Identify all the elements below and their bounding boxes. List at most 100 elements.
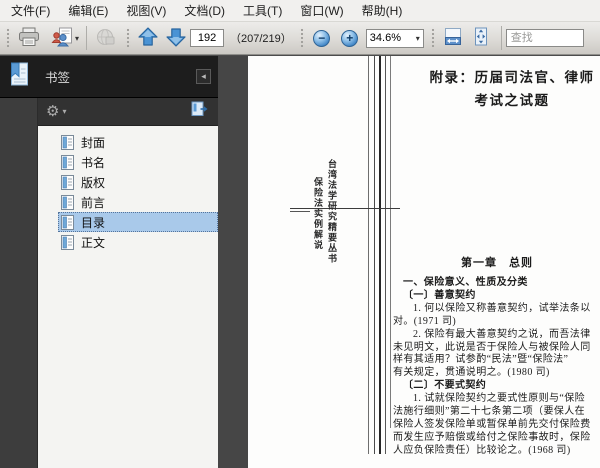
appendix-title: 附录：历届司法官、律师 考试之试题 [418, 66, 600, 112]
document-page: 附录：历届司法官、律师 考试之试题 台湾法学研究精要丛书 保险法实例解说 第一章… [248, 56, 600, 468]
bookmark-label: 前言 [81, 195, 106, 210]
goto-bookmark-icon [191, 101, 210, 122]
collaborate-icon [51, 27, 73, 50]
menu-file[interactable]: 文件(F) [2, 0, 59, 22]
page-fold-line [374, 56, 375, 454]
bookmark-page-icon [61, 134, 74, 150]
page-count-label: （207/219） [230, 33, 292, 45]
doc-text-line: 未见明文，此说是否于保险人与被保险人同 [393, 341, 591, 353]
fit-width-icon [443, 27, 463, 49]
fit-page-button[interactable] [467, 25, 495, 51]
bookmark-item-cover[interactable]: 封面 [58, 132, 218, 152]
page-fold-line [390, 56, 391, 428]
globe-icon [94, 27, 116, 50]
doc-text-line: 而发生应予赔偿或给付之保险事故时，保险 [393, 431, 591, 443]
zoom-level-select[interactable]: 34.6% ▾ [365, 28, 424, 48]
page-fold-line [385, 56, 386, 454]
search-input[interactable] [505, 29, 584, 47]
arrow-down-icon [165, 26, 187, 51]
zoom-out-icon: − [313, 29, 331, 47]
menu-window[interactable]: 窗口(W) [291, 0, 352, 22]
zoom-in-button[interactable]: + [336, 25, 364, 51]
bookmark-page-icon [61, 174, 74, 190]
bookmark-item-copyright[interactable]: 版权 [58, 172, 218, 192]
bookmarks-panel-title: 书签 [45, 71, 71, 85]
bookmarks-panel-icon [7, 61, 31, 92]
menu-view[interactable]: 视图(V) [117, 0, 175, 22]
zoom-level-value: 34.6% [369, 32, 401, 44]
printer-icon [17, 27, 41, 50]
bookmarks-panel-body: ⚙ ▾ 封面 书名 版权 前言 目录 正文 [0, 98, 218, 468]
bookmark-item-book-name[interactable]: 书名 [58, 152, 218, 172]
appendix-title-line1: 附录：历届司法官、律师 [429, 70, 595, 85]
caret-down-icon: ▾ [62, 107, 67, 116]
registration-mark [290, 211, 310, 212]
doc-text-line: 1. 试就保险契约之要式性原则与“保险 [413, 393, 586, 405]
gear-icon: ⚙ [46, 103, 60, 120]
doc-text-line: 样有其适用？试参酌“民法”暨“保险法” [393, 354, 569, 366]
doc-text-line: 〔二〕不要式契约 [403, 380, 487, 392]
caret-down-icon: ▾ [75, 33, 80, 43]
doc-text-line: 一、保险意义、性质及分类 [403, 277, 528, 288]
bookmark-label: 书名 [81, 155, 106, 170]
bookmark-item-preface[interactable]: 前言 [58, 192, 218, 212]
fit-page-icon [471, 27, 491, 49]
zoom-out-button[interactable]: − [308, 25, 336, 51]
zoom-in-icon: + [341, 29, 359, 47]
fit-width-button[interactable] [439, 25, 467, 51]
bookmark-item-main-text[interactable]: 正文 [58, 232, 218, 252]
doc-text-line: 保险人签发保险单或暂保单前先交付保险费 [393, 418, 591, 430]
collapse-panel-button[interactable]: ◂ [196, 69, 211, 84]
page-fold-line [368, 56, 369, 454]
bookmark-list: 封面书名版权前言目录正文 [38, 126, 218, 468]
bookmark-label: 目录 [81, 215, 106, 230]
document-view[interactable]: 附录：历届司法官、律师 考试之试题 台湾法学研究精要丛书 保险法实例解说 第一章… [218, 56, 600, 468]
doc-text-line: 人应负保险责任）比较论之。(1968 司) [393, 444, 571, 456]
bookmark-label: 正文 [81, 235, 106, 250]
content-area: 书签 ◂ ⚙ ▾ 封面 书名 版权 前言 目录 正文 附录：历届司法官、律师 考… [0, 55, 600, 468]
navigation-pane-strip[interactable] [0, 98, 38, 468]
bookmark-label: 版权 [81, 175, 106, 190]
share-review-button [91, 25, 119, 51]
bookmark-page-icon [61, 214, 74, 230]
caret-down-icon: ▾ [415, 33, 420, 43]
bookmarks-panel-header: 书签 ◂ [0, 56, 218, 98]
toolbar-separator [500, 26, 502, 50]
toolbar: ▾ 192 （207/219） − + 34.6% ▾ 查找 [0, 22, 600, 55]
bookmarks-panel: 书签 ◂ ⚙ ▾ 封面 书名 版权 前言 目录 正文 [0, 56, 218, 468]
print-button[interactable] [14, 25, 44, 51]
menu-help[interactable]: 帮助(H) [353, 0, 412, 22]
bookmarks-options-bar: ⚙ ▾ [38, 98, 218, 126]
registration-mark [290, 208, 400, 209]
bookmark-page-icon [61, 154, 74, 170]
options-button[interactable]: ⚙ ▾ [46, 104, 66, 119]
pdf-reader-window: 文件(F) 编辑(E) 视图(V) 文档(D) 工具(T) 窗口(W) 帮助(H) [0, 0, 600, 468]
doc-text-line: 有关规定，贯通说明之。(1980 司) [393, 367, 550, 379]
menu-document[interactable]: 文档(D) [175, 0, 234, 22]
toolbar-grip[interactable] [125, 27, 132, 49]
doc-body-text: 一、保险意义、性质及分类 〔一〕善意契约 1. 何以保险又称善意契约，试举法条以 对。… [393, 277, 600, 458]
toolbar-grip[interactable] [5, 27, 11, 49]
goto-current-bookmark-button[interactable] [191, 101, 210, 122]
menu-tools[interactable]: 工具(T) [234, 0, 291, 22]
doc-text-line: 2. 保险有最大善意契约之说，而吾法律 [413, 328, 591, 340]
page-number-input[interactable] [190, 29, 225, 47]
doc-text-line: 法施行细则”第二十七条第二项（要保人在 [393, 406, 586, 418]
spine-book-title: 保险法实例解说 [313, 177, 323, 251]
bookmark-page-icon [61, 234, 74, 250]
collaborate-button[interactable]: ▾ [48, 25, 82, 51]
bookmark-page-icon [61, 194, 74, 210]
bookmark-label: 封面 [81, 135, 106, 150]
menu-edit[interactable]: 编辑(E) [59, 0, 117, 22]
toolbar-separator [86, 26, 88, 50]
toolbar-grip[interactable] [429, 27, 436, 49]
chapter-heading: 第一章 总则 [461, 257, 533, 269]
next-page-button[interactable] [162, 25, 190, 51]
previous-page-button[interactable] [134, 25, 162, 51]
doc-text-line: 对。(1971 司) [393, 315, 457, 327]
spine-series-title: 台湾法学研究精要丛书 [327, 159, 337, 264]
doc-text-line: 1. 何以保险又称善意契约，试举法条以 [413, 302, 591, 314]
bookmark-item-toc[interactable]: 目录 [58, 212, 218, 232]
toolbar-grip[interactable] [298, 27, 305, 49]
bookmarks-pane: ⚙ ▾ 封面 书名 版权 前言 目录 正文 [38, 98, 218, 468]
